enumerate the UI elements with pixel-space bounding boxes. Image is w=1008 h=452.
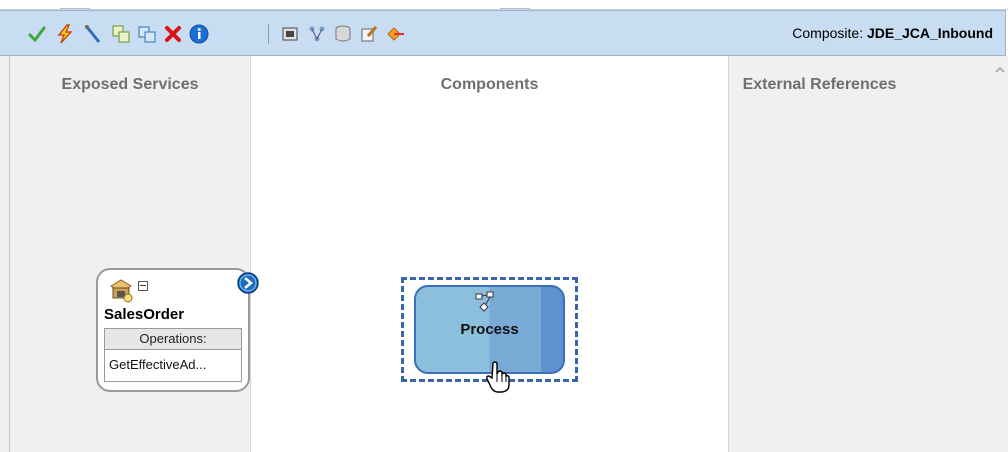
canvas-left-margin <box>0 56 10 452</box>
layout-icon[interactable] <box>306 23 328 45</box>
composite-title: Composite: JDE_JCA_Inbound <box>792 25 993 41</box>
delete-icon[interactable] <box>162 23 184 45</box>
operation-item[interactable]: GetEffectiveAd... <box>105 350 241 382</box>
operations-header: Operations: <box>105 329 241 350</box>
paste-icon[interactable] <box>136 23 158 45</box>
components-title: Components <box>440 76 539 93</box>
refresh-icon[interactable] <box>384 23 406 45</box>
composite-label: Composite: <box>792 25 864 41</box>
info-icon[interactable] <box>188 23 210 45</box>
exposed-services-title: Exposed Services <box>61 76 199 93</box>
editor-tab[interactable] <box>60 0 90 9</box>
component-name: Process <box>460 321 519 338</box>
scroll-up-arrow-icon[interactable] <box>994 63 1006 75</box>
wire-handle-icon[interactable] <box>236 271 260 295</box>
window-top-edge <box>0 0 1008 10</box>
exposed-services-swimlane: Exposed Services <box>10 56 251 452</box>
bpel-process-icon <box>474 291 496 313</box>
external-references-swimlane: External References <box>728 56 1008 452</box>
database-icon[interactable] <box>332 23 354 45</box>
service-name: SalesOrder <box>104 306 185 323</box>
sales-order-service[interactable]: SalesOrder Operations: GetEffectiveAd... <box>96 268 250 392</box>
operations-panel: Operations: GetEffectiveAd... <box>104 328 242 382</box>
hand-cursor-icon <box>485 360 511 394</box>
adapter-service-icon <box>108 276 134 304</box>
composite-toolbar: Composite: JDE_JCA_Inbound <box>0 10 1006 56</box>
composite-name: JDE_JCA_Inbound <box>866 25 993 41</box>
external-references-title: External References <box>742 76 897 93</box>
toolbar-separator <box>268 24 269 44</box>
collapse-button[interactable] <box>138 281 148 291</box>
test-icon[interactable] <box>280 23 302 45</box>
editor-tab[interactable] <box>500 0 530 9</box>
wire-icon[interactable] <box>82 23 104 45</box>
validate-icon[interactable] <box>26 23 48 45</box>
copy-icon[interactable] <box>110 23 132 45</box>
edit-icon[interactable] <box>358 23 380 45</box>
deploy-icon[interactable] <box>54 23 76 45</box>
